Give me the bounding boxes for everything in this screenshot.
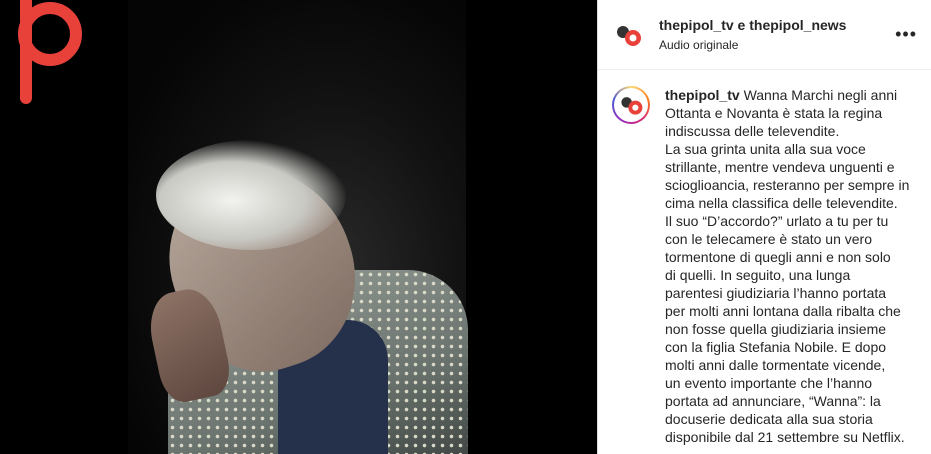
caption-line: con la figlia Stefania Nobile. E dopo <box>665 339 887 355</box>
caption-line: un evento importante che l’hanno <box>665 375 873 391</box>
caption-line: tormentone di quegli anni e non solo <box>665 249 891 265</box>
header-text: thepipol_tv e thepipol_news Audio origin… <box>659 17 895 52</box>
caption-line: per molti anni lontana dalla ribalta che <box>665 303 901 319</box>
header-title[interactable]: thepipol_tv e thepipol_news <box>659 17 895 33</box>
caption-line: con le telecamere è stato un vero <box>665 231 873 247</box>
hair <box>156 140 346 250</box>
video-frame <box>128 0 468 454</box>
more-options-icon[interactable]: ••• <box>895 24 917 45</box>
caption-line: portata ad annunciare, “Wanna”: la <box>665 393 881 409</box>
avatar[interactable] <box>612 18 644 51</box>
thepipol-p-logo-icon <box>18 0 82 104</box>
caption-line: di quelli. In seguito, una lunga <box>665 267 851 283</box>
thepipol-avatar-icon <box>617 25 641 46</box>
caption-line: Ottanta e Novanta è stata la regina <box>665 105 883 121</box>
caption-username[interactable]: thepipol_tv <box>665 87 740 103</box>
caption-line: disponibile dal 21 settembre su Netflix. <box>665 429 905 445</box>
video-player[interactable] <box>0 0 597 454</box>
audio-link[interactable]: Audio originale <box>659 38 895 52</box>
caption-line: non fosse quella giudiziaria insieme <box>665 321 887 337</box>
caption-line: molti anni dalle tormentate vicende, <box>665 357 886 373</box>
post-viewer: thepipol_tv e thepipol_news Audio origin… <box>0 0 931 454</box>
caption-line: scioglioancia, resteranno per sempre in <box>665 177 910 193</box>
caption-first-line: thepipol_tv Wanna Marchi negli anni <box>665 86 905 104</box>
caption-line: parentesi giudiziaria l’hanno portata <box>665 285 887 301</box>
thepipol-avatar-icon <box>621 97 643 115</box>
caption: thepipol_tv Wanna Marchi negli anni Otta… <box>598 70 931 446</box>
caption-line: La sua grinta unita alla sua voce <box>665 141 866 157</box>
caption-text: thepipol_tv Wanna Marchi negli anni Otta… <box>665 86 910 446</box>
post-panel: thepipol_tv e thepipol_news Audio origin… <box>597 0 931 454</box>
caption-line: strillante, mentre vendeva unguenti e <box>665 159 895 175</box>
caption-avatar-inner <box>614 88 648 122</box>
caption-avatar[interactable] <box>612 86 650 124</box>
caption-line: cima nella classifica delle televendite. <box>665 195 898 211</box>
caption-line: docuserie dedicata alla sua storia <box>665 411 873 427</box>
caption-line: Il suo “D’accordo?” urlato a tu per tu <box>665 213 889 229</box>
caption-line: indiscussa delle televendite. <box>665 123 840 139</box>
caption-line: Wanna Marchi negli anni <box>743 87 898 103</box>
post-header: thepipol_tv e thepipol_news Audio origin… <box>598 0 931 70</box>
